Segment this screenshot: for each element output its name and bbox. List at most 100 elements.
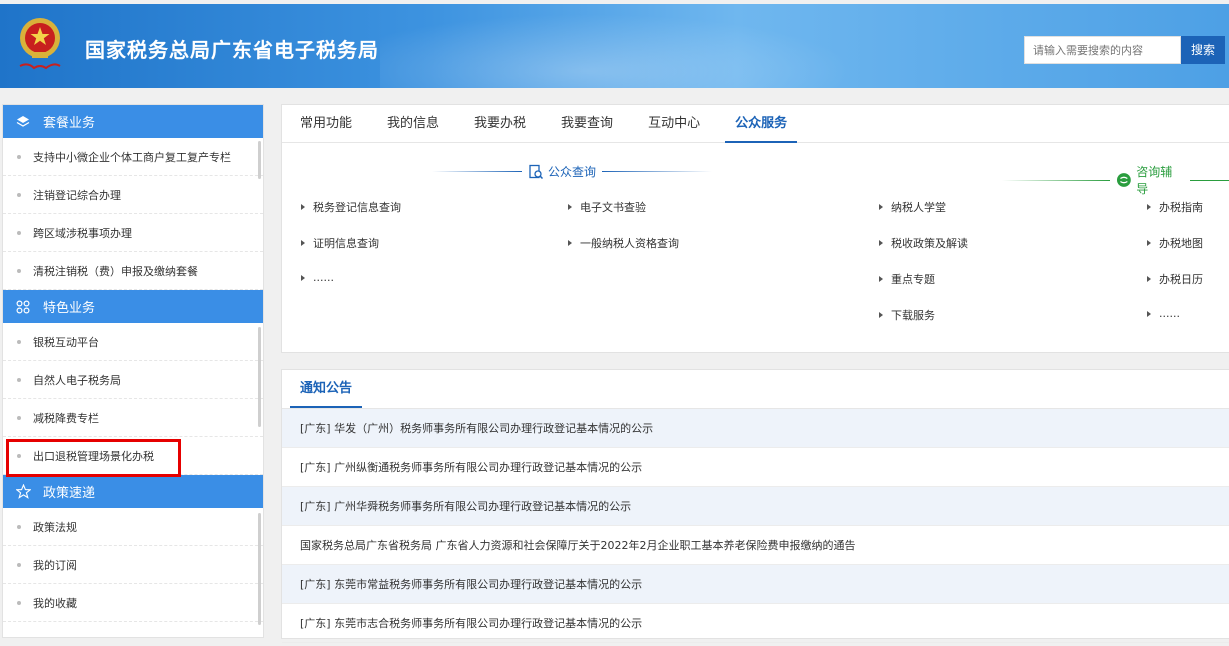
link-label: 下载服务 bbox=[891, 309, 935, 322]
triangle-right-icon bbox=[301, 274, 305, 281]
link-more[interactable]: ...... bbox=[301, 271, 334, 284]
sidebar-item-label: 自然人电子税务局 bbox=[33, 373, 121, 387]
link-tax-map[interactable]: 办税地图 bbox=[1147, 235, 1203, 251]
tab-interaction-center[interactable]: 互动中心 bbox=[638, 105, 710, 143]
bullet-icon bbox=[17, 562, 21, 567]
header-decoration bbox=[380, 4, 900, 88]
sidebar-item[interactable]: 减税降费专栏 bbox=[3, 399, 263, 437]
divider bbox=[1002, 179, 1111, 181]
sidebar-item[interactable]: 清税注销税（费）申报及缴纳套餐 bbox=[3, 252, 263, 290]
tab-public-service[interactable]: 公众服务 bbox=[725, 105, 798, 143]
link-label: 电子文书查验 bbox=[580, 201, 646, 214]
link-label: 办税日历 bbox=[1159, 273, 1203, 286]
sidebar-item[interactable]: 注销登记综合办理 bbox=[3, 176, 263, 214]
sidebar-item[interactable]: 银税互动平台 bbox=[3, 323, 263, 361]
sidebar-item-label: 政策法规 bbox=[33, 520, 77, 534]
link-tax-guide[interactable]: 办税指南 bbox=[1147, 199, 1203, 215]
triangle-right-icon bbox=[1147, 310, 1151, 317]
document-search-icon bbox=[529, 164, 544, 179]
notice-row[interactable]: [广东] 华发（广州）税务师事务所有限公司办理行政登记基本情况的公示 bbox=[282, 409, 1229, 448]
triangle-right-icon bbox=[1147, 204, 1151, 210]
bullet-icon bbox=[17, 524, 21, 529]
service-panel: 常用功能 我的信息 我要办税 我要查询 互动中心 公众服务 公众查询 咨询辅导 … bbox=[281, 104, 1229, 353]
divider bbox=[1189, 179, 1229, 181]
sidebar-item-label: 我的收藏 bbox=[33, 596, 77, 610]
triangle-right-icon bbox=[301, 240, 305, 246]
consult-title: 咨询辅导 bbox=[1002, 163, 1229, 197]
notice-row[interactable]: [广东] 广州华舜税务师事务所有限公司办理行政登记基本情况的公示 bbox=[282, 487, 1229, 526]
triangle-right-icon bbox=[568, 204, 572, 210]
sidebar-item-label: 我的订阅 bbox=[33, 558, 77, 572]
triangle-right-icon bbox=[879, 312, 883, 318]
sidebar-section-feature[interactable]: 特色业务 bbox=[3, 290, 263, 323]
sidebar-section-title: 套餐业务 bbox=[43, 116, 96, 131]
sidebar-item-label: 清税注销税（费）申报及缴纳套餐 bbox=[33, 264, 198, 278]
sidebar-item[interactable]: 自然人电子税务局 bbox=[3, 361, 263, 399]
notice-row[interactable]: [广东] 东莞市常益税务师事务所有限公司办理行政登记基本情况的公示 bbox=[282, 565, 1229, 604]
link-more[interactable]: ...... bbox=[1147, 307, 1180, 320]
triangle-right-icon bbox=[301, 204, 305, 210]
site-title: 国家税务总局广东省电子税务局 bbox=[85, 38, 379, 62]
divider bbox=[602, 171, 713, 172]
sidebar-item[interactable]: 我的收藏 bbox=[3, 584, 263, 622]
link-certificate-query[interactable]: 证明信息查询 bbox=[301, 235, 379, 251]
sidebar-item[interactable]: 支持中小微企业个体工商户复工复产专栏 bbox=[3, 138, 263, 176]
section-scrollbar[interactable] bbox=[258, 513, 261, 625]
bullet-icon bbox=[17, 339, 21, 344]
link-label: 税务登记信息查询 bbox=[313, 201, 401, 214]
triangle-right-icon bbox=[879, 204, 883, 210]
link-e-document-verify[interactable]: 电子文书查验 bbox=[568, 199, 646, 215]
notice-list: [广东] 华发（广州）税务师事务所有限公司办理行政登记基本情况的公示 [广东] … bbox=[282, 408, 1229, 643]
triangle-right-icon bbox=[879, 276, 883, 282]
sidebar-item[interactable]: 政策法规 bbox=[3, 508, 263, 546]
triangle-right-icon bbox=[568, 240, 572, 246]
link-label: 证明信息查询 bbox=[313, 237, 379, 250]
link-tax-policy[interactable]: 税收政策及解读 bbox=[879, 235, 968, 251]
section-scrollbar[interactable] bbox=[258, 141, 261, 179]
search-button[interactable]: 搜索 bbox=[1181, 36, 1225, 64]
notice-row[interactable]: 国家税务总局广东省税务局 广东省人力资源和社会保障厅关于2022年2月企业职工基… bbox=[282, 526, 1229, 565]
public-query-title: 公众查询 bbox=[432, 163, 713, 180]
notice-row[interactable]: [广东] 广州纵衡通税务师事务所有限公司办理行政登记基本情况的公示 bbox=[282, 448, 1229, 487]
star-icon bbox=[15, 484, 31, 500]
search-input[interactable] bbox=[1024, 36, 1181, 64]
tab-notice[interactable]: 通知公告 bbox=[290, 370, 363, 408]
tab-my-info[interactable]: 我的信息 bbox=[377, 105, 449, 143]
link-label: 税收政策及解读 bbox=[891, 237, 968, 250]
bullet-icon bbox=[17, 154, 21, 159]
sidebar: 套餐业务 支持中小微企业个体工商户复工复产专栏 注销登记综合办理 跨区域涉税事项… bbox=[2, 104, 264, 638]
sidebar-item-label: 银税互动平台 bbox=[33, 335, 99, 349]
triangle-right-icon bbox=[1147, 276, 1151, 282]
tab-tax-handling[interactable]: 我要办税 bbox=[464, 105, 536, 143]
link-general-taxpayer-query[interactable]: 一般纳税人资格查询 bbox=[568, 235, 679, 251]
bullet-icon bbox=[17, 600, 21, 605]
tab-query[interactable]: 我要查询 bbox=[551, 105, 623, 143]
sidebar-item-label: 跨区域涉税事项办理 bbox=[33, 226, 132, 240]
section-scrollbar[interactable] bbox=[258, 327, 261, 427]
link-taxpayer-school[interactable]: 纳税人学堂 bbox=[879, 199, 946, 215]
link-label: 办税地图 bbox=[1159, 237, 1203, 250]
link-key-topics[interactable]: 重点专题 bbox=[879, 271, 935, 287]
sidebar-section-policy[interactable]: 政策速递 bbox=[3, 475, 263, 508]
tab-bar: 常用功能 我的信息 我要办税 我要查询 互动中心 公众服务 bbox=[282, 105, 1229, 143]
triangle-right-icon bbox=[1147, 240, 1151, 246]
link-label: ...... bbox=[1159, 307, 1180, 320]
sidebar-item-export-tax-refund[interactable]: 出口退税管理场景化办税 bbox=[3, 437, 263, 475]
bullet-icon bbox=[17, 415, 21, 420]
sidebar-section-package[interactable]: 套餐业务 bbox=[3, 105, 263, 138]
link-label: 一般纳税人资格查询 bbox=[580, 237, 679, 250]
grid-icon bbox=[15, 299, 31, 315]
sidebar-item[interactable]: 我的订阅 bbox=[3, 546, 263, 584]
sidebar-section-title: 特色业务 bbox=[43, 301, 96, 316]
layers-icon bbox=[15, 114, 31, 130]
notice-row[interactable]: [广东] 东莞市志合税务师事务所有限公司办理行政登记基本情况的公示 bbox=[282, 604, 1229, 643]
sidebar-item[interactable]: 跨区域涉税事项办理 bbox=[3, 214, 263, 252]
tab-common-functions[interactable]: 常用功能 bbox=[290, 105, 362, 143]
site-header: 国家税务总局广东省电子税务局 搜索 bbox=[0, 4, 1229, 88]
consult-icon bbox=[1117, 173, 1132, 187]
triangle-right-icon bbox=[879, 240, 883, 246]
divider bbox=[432, 171, 522, 172]
link-tax-calendar[interactable]: 办税日历 bbox=[1147, 271, 1203, 287]
link-download-service[interactable]: 下载服务 bbox=[879, 307, 935, 323]
link-tax-registration-query[interactable]: 税务登记信息查询 bbox=[301, 199, 401, 215]
